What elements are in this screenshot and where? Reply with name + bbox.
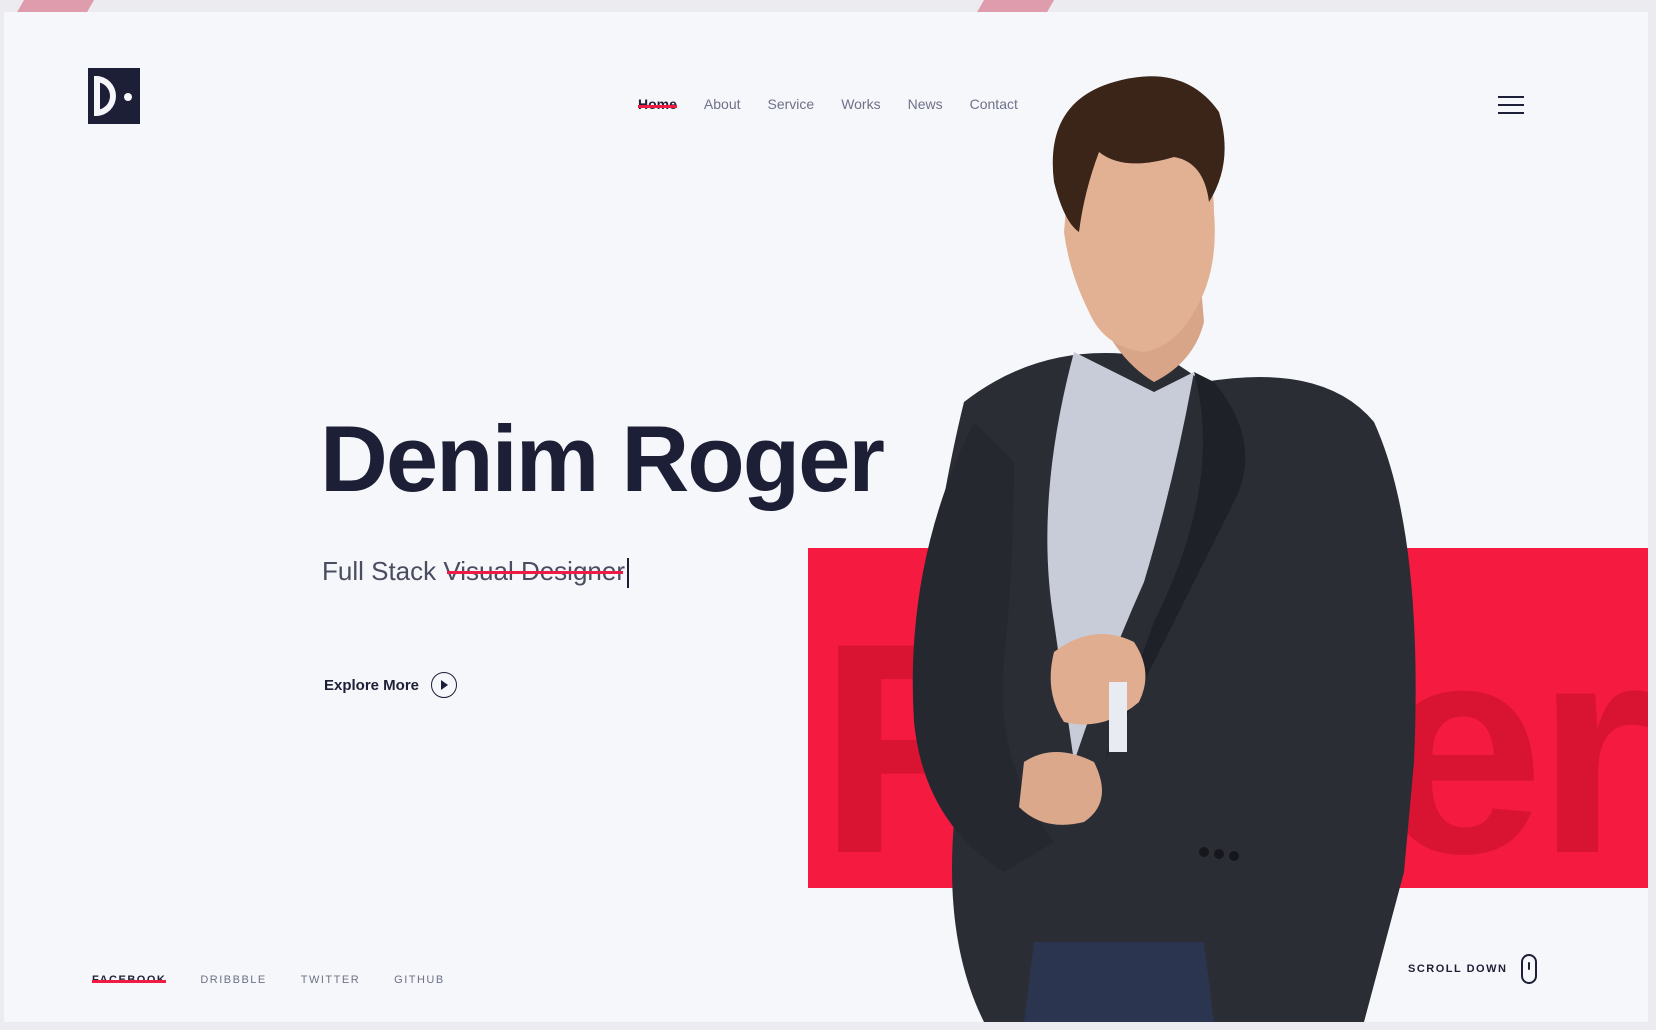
nav-item-about[interactable]: About xyxy=(704,96,741,112)
nav-item-works[interactable]: Works xyxy=(841,96,880,112)
page-frame: Home About Service Works News Contact Ro… xyxy=(0,0,1656,1030)
menu-line xyxy=(1498,96,1524,98)
explore-more-label: Explore More xyxy=(324,676,420,694)
explore-more-button[interactable]: Explore More xyxy=(324,672,458,698)
social-link-dribbble[interactable]: DRIBBBLE xyxy=(200,974,266,986)
hamburger-menu-icon[interactable] xyxy=(1498,96,1524,116)
logo-dot xyxy=(124,93,132,101)
play-circle-icon xyxy=(431,672,458,698)
logo-d-shape xyxy=(94,76,116,116)
nav-item-home[interactable]: Home xyxy=(638,96,677,112)
mouse-icon xyxy=(1521,954,1538,984)
hero-section: Home About Service Works News Contact Ro… xyxy=(4,12,1648,1022)
social-link-github[interactable]: GITHUB xyxy=(394,974,445,986)
subtitle-typed: Visual Designer xyxy=(443,556,625,586)
hero-subtitle: Full Stack Visual Designer xyxy=(322,556,629,589)
subtitle-prefix: Full Stack xyxy=(322,556,444,586)
portrait-image xyxy=(912,76,1416,1022)
d-logo-icon[interactable] xyxy=(88,68,140,124)
hero-name: Denim Roger xyxy=(320,406,885,511)
scroll-down-label: SCROLL DOWN xyxy=(1408,963,1508,975)
social-links: FACEBOOK DRIBBBLE TWITTER GITHUB xyxy=(92,974,479,986)
typing-cursor xyxy=(627,558,629,589)
menu-line xyxy=(1498,104,1524,106)
nav-item-service[interactable]: Service xyxy=(768,96,815,112)
social-link-twitter[interactable]: TWITTER xyxy=(301,974,360,986)
scroll-down-button[interactable]: SCROLL DOWN xyxy=(1408,954,1538,984)
menu-line xyxy=(1498,112,1524,114)
social-link-facebook[interactable]: FACEBOOK xyxy=(92,974,167,986)
